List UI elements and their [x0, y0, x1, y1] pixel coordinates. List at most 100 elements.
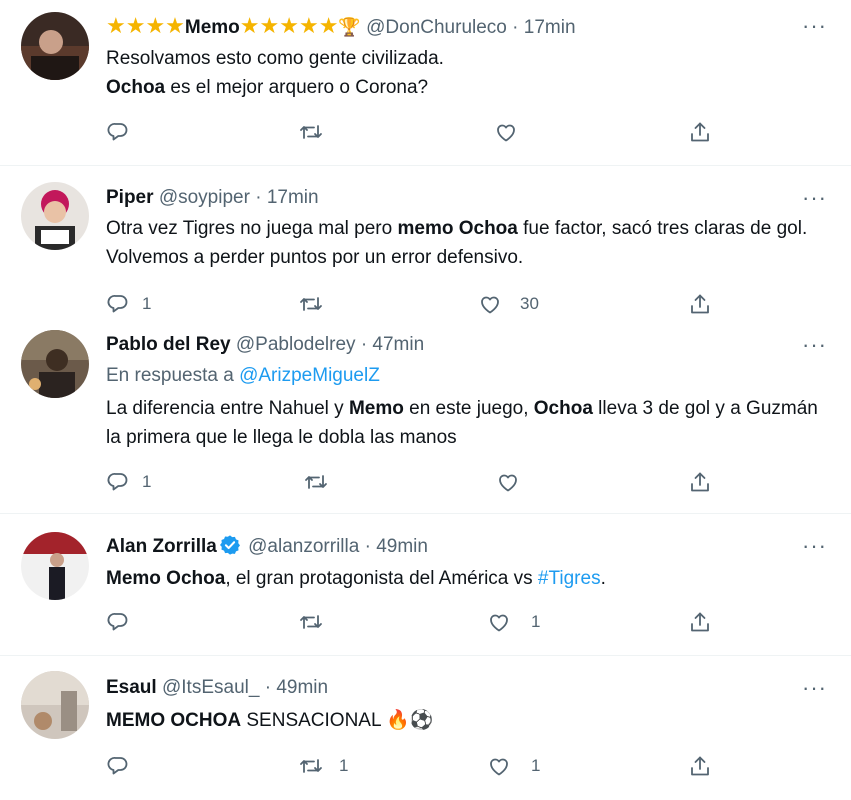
more-icon[interactable]: ··· — [802, 334, 827, 356]
display-name[interactable]: Alan Zorrilla — [106, 536, 217, 557]
tweet-actions: 1 — [0, 469, 851, 495]
hashtag-link[interactable]: #Tigres — [538, 568, 601, 589]
tweet-actions: 1 30 — [0, 291, 851, 317]
tweet-header: Piper @soypiper · 17min — [106, 186, 319, 210]
share-icon — [688, 120, 712, 144]
more-icon[interactable]: ··· — [802, 15, 827, 37]
like-icon — [496, 470, 520, 494]
more-icon[interactable]: ··· — [802, 187, 827, 209]
text-segment: , el gran protagonista del América vs — [225, 568, 538, 589]
reply-icon — [106, 120, 130, 144]
bold-text: MEMO OCHOA — [106, 710, 242, 731]
like-count: 1 — [531, 756, 541, 775]
separator-dot: · — [360, 334, 368, 355]
user-handle[interactable]: @soypiper — [159, 187, 250, 208]
tweet-1[interactable]: ★★★★Memo★★★★★🏆 @DonChuruleco · 17min ···… — [0, 0, 851, 165]
timestamp[interactable]: 47min — [372, 334, 424, 355]
share-button[interactable] — [688, 469, 712, 495]
reply-to-link[interactable]: @ArizpeMiguelZ — [239, 365, 380, 386]
reply-button[interactable] — [106, 609, 142, 635]
timestamp[interactable]: 17min — [267, 187, 319, 208]
tweet-5[interactable]: Esaul @ItsEsaul_ · 49min ··· MEMO OCHOA … — [0, 656, 851, 800]
like-count: 30 — [520, 294, 539, 313]
reply-icon — [106, 610, 130, 634]
tweet-text-line: Resolvamos esto como gente civilizada. — [106, 48, 444, 69]
retweet-button[interactable] — [304, 469, 340, 495]
tweet-header: ★★★★Memo★★★★★🏆 @DonChuruleco · 17min — [106, 14, 576, 40]
like-button[interactable]: 30 — [478, 291, 539, 317]
tweet-actions: 1 1 — [0, 753, 851, 779]
retweet-button[interactable]: 1 — [299, 753, 348, 779]
text-segment: SENSACIONAL — [241, 710, 387, 731]
share-button[interactable] — [688, 291, 712, 317]
tweet-2[interactable]: Piper @soypiper · 17min ··· Otra vez Tig… — [0, 166, 851, 316]
tweet-text: Memo Ochoa, el gran protagonista del Amé… — [106, 564, 831, 593]
like-button[interactable] — [496, 469, 532, 495]
reply-icon — [106, 470, 130, 494]
separator-dot: · — [264, 677, 272, 698]
share-button[interactable] — [688, 609, 712, 635]
reply-count: 1 — [142, 294, 152, 313]
avatar[interactable] — [21, 12, 89, 80]
timestamp[interactable]: 17min — [524, 17, 576, 38]
retweet-icon — [299, 120, 323, 144]
tweet-text: La diferencia entre Nahuel y Memo en est… — [106, 394, 831, 452]
avatar[interactable] — [21, 532, 89, 600]
timestamp[interactable]: 49min — [376, 536, 428, 557]
reply-button[interactable] — [106, 119, 142, 145]
tweet-text: MEMO OCHOA SENSACIONAL 🔥⚽ — [106, 706, 831, 735]
user-handle[interactable]: @alanzorrilla — [248, 536, 359, 557]
separator-dot: · — [255, 187, 262, 208]
user-handle[interactable]: @Pablodelrey — [236, 334, 356, 355]
reply-count: 1 — [142, 472, 152, 491]
user-handle[interactable]: @DonChuruleco — [366, 17, 507, 38]
reply-button[interactable]: 1 — [106, 469, 151, 495]
tweet-text: Resolvamos esto como gente civilizada. O… — [106, 44, 831, 102]
bold-text: memo Ochoa — [397, 218, 518, 239]
share-icon — [688, 292, 712, 316]
reply-context: En respuesta a @ArizpeMiguelZ — [106, 364, 380, 388]
retweet-button[interactable] — [299, 291, 335, 317]
text-segment: es el mejor arquero o Corona? — [165, 77, 429, 98]
reply-button[interactable]: 1 — [106, 291, 151, 317]
like-button[interactable]: 1 — [487, 609, 540, 635]
more-icon[interactable]: ··· — [802, 535, 827, 557]
trophy-icon: 🏆 — [338, 17, 361, 37]
like-icon — [494, 120, 518, 144]
text-segment: . — [600, 568, 606, 589]
like-button[interactable] — [494, 119, 530, 145]
more-icon[interactable]: ··· — [802, 677, 827, 699]
share-button[interactable] — [688, 119, 712, 145]
display-name[interactable]: Piper — [106, 187, 154, 208]
display-name[interactable]: Memo — [185, 17, 240, 38]
avatar[interactable] — [21, 671, 89, 739]
reply-button[interactable] — [106, 753, 142, 779]
like-count: 1 — [531, 612, 541, 631]
tweet-header: Esaul @ItsEsaul_ · 49min — [106, 676, 328, 700]
retweet-icon — [299, 610, 323, 634]
share-button[interactable] — [688, 753, 712, 779]
display-name[interactable]: Pablo del Rey — [106, 334, 231, 355]
tweet-3[interactable]: Pablo del Rey @Pablodelrey · 47min ··· E… — [0, 316, 851, 513]
text-segment: en este juego, — [403, 398, 534, 419]
reply-context-label: En respuesta a — [106, 365, 240, 386]
tweet-4[interactable]: Alan Zorrilla @alanzorrilla · 49min ··· … — [0, 514, 851, 655]
avatar[interactable] — [21, 330, 89, 398]
like-button[interactable]: 1 — [487, 753, 540, 779]
verified-badge-icon — [219, 535, 240, 555]
like-icon — [487, 610, 511, 634]
star-icons: ★★★★ — [106, 13, 185, 38]
text-segment: La diferencia entre Nahuel y — [106, 398, 349, 419]
user-handle[interactable]: @ItsEsaul_ — [162, 677, 259, 698]
avatar[interactable] — [21, 182, 89, 250]
share-icon — [688, 610, 712, 634]
share-icon — [688, 470, 712, 494]
bold-text: Memo — [348, 398, 404, 419]
tweet-actions: 1 — [0, 609, 851, 635]
reply-icon — [106, 754, 130, 778]
timestamp[interactable]: 49min — [276, 677, 328, 698]
retweet-button[interactable] — [299, 609, 335, 635]
display-name[interactable]: Esaul — [106, 677, 157, 698]
tweet-header: Pablo del Rey @Pablodelrey · 47min — [106, 333, 424, 357]
retweet-button[interactable] — [299, 119, 335, 145]
